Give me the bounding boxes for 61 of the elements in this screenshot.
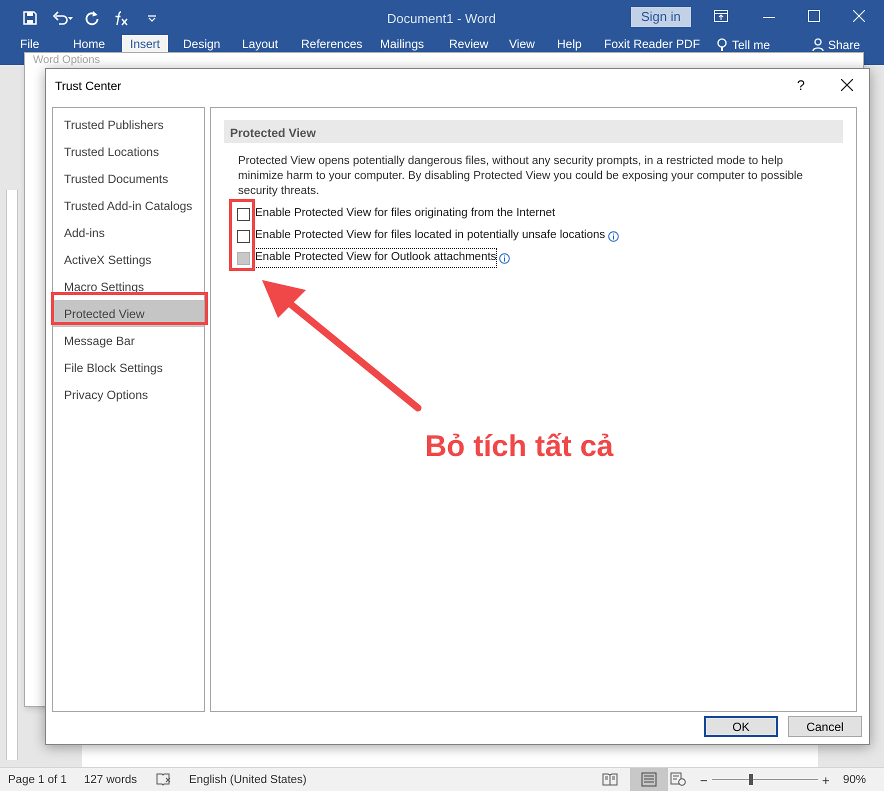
redo-icon[interactable] [84,10,100,26]
nav-item[interactable]: ActiveX Settings [53,246,204,273]
ribbon-tab[interactable]: References [293,35,370,52]
checkbox-label: Enable Protected View for files originating from the Internet [255,206,556,222]
checkbox[interactable] [237,230,250,242]
checkbox-label: Enable Protected View for files located in potentially unsafe locations [255,228,606,244]
nav-item[interactable]: Trusted Publishers [53,111,204,138]
nav-item[interactable]: Trusted Add-in Catalogs [53,192,204,219]
dialog-button[interactable]: Cancel [788,716,862,737]
annotation-text: Bỏ tích tất cả [425,429,614,465]
lightbulb-icon[interactable] [716,38,728,52]
ribbon-tab[interactable]: Insert [122,35,168,52]
close-icon[interactable] [841,79,853,91]
web-layout-icon[interactable] [670,772,686,786]
zoom-in-button[interactable]: + [822,771,830,790]
ribbon-tab[interactable]: Help [549,35,590,52]
dialog-title: Word Options [33,54,100,67]
person-icon[interactable] [812,38,824,52]
ribbon-tab[interactable]: File [12,35,48,52]
page-layout-icon[interactable] [630,768,668,791]
customize-caret-icon[interactable] [146,12,158,22]
language-label[interactable]: English (United States) [189,772,307,790]
ribbon-tab[interactable]: Layout [234,35,286,52]
zoom-percent[interactable]: 90% [843,772,866,790]
section-header: Protected View [224,120,843,143]
sign-in-button[interactable]: Sign in [631,7,691,27]
dialog-button[interactable]: OK [704,716,778,737]
ribbon-tab[interactable]: Foxit Reader PDF [596,35,708,52]
word-count[interactable]: 127 words [84,772,138,790]
minimize-icon[interactable] [763,17,775,19]
highlight-frame [229,199,255,271]
nav-item[interactable]: Message Bar [53,327,204,354]
nav-item[interactable]: Trusted Documents [53,165,204,192]
ribbon-display-icon[interactable] [714,10,728,22]
ribbon-tab[interactable]: View [501,35,543,52]
save-icon[interactable] [22,10,38,26]
nav-item[interactable]: Privacy Options [53,381,204,408]
nav-item[interactable]: File Block Settings [53,354,204,381]
page-count[interactable]: Page 1 of 1 [8,772,67,790]
book-icon[interactable] [602,773,618,786]
zoom-out-button[interactable]: − [700,771,708,790]
share-button[interactable]: Share [828,36,860,54]
tell-me-field[interactable]: Tell me [732,36,770,54]
window-title: Document1 - Word [387,10,496,28]
nav-item[interactable]: Macro Settings [53,273,204,300]
description-text: Protected View opens potentially dangerous files, without any security prompts, in a restricted mode to help minimize harm to your computer. By disabling Protected View you could be exposing your computer to possible security threats. [238,154,804,199]
ribbon-tab[interactable]: Design [175,35,228,52]
zoom-thumb[interactable] [749,774,754,785]
proofing-icon[interactable] [156,772,172,786]
checkbox[interactable] [237,208,250,220]
ribbon-tab[interactable]: Home [65,35,114,52]
help-button[interactable]: ? [797,75,805,96]
nav-item[interactable]: Trusted Locations [53,138,204,165]
ribbon-tab[interactable]: Review [441,35,496,52]
dialog-title: Trust Center [55,78,122,95]
maximize-icon[interactable] [808,10,820,22]
ribbon-tab[interactable]: Mailings [372,35,432,52]
info-icon[interactable] [608,230,620,242]
undo-icon[interactable] [52,10,74,26]
nav-item[interactable]: Add-ins [53,219,204,246]
checkbox-label: Enable Protected View for Outlook attachments [255,249,496,267]
